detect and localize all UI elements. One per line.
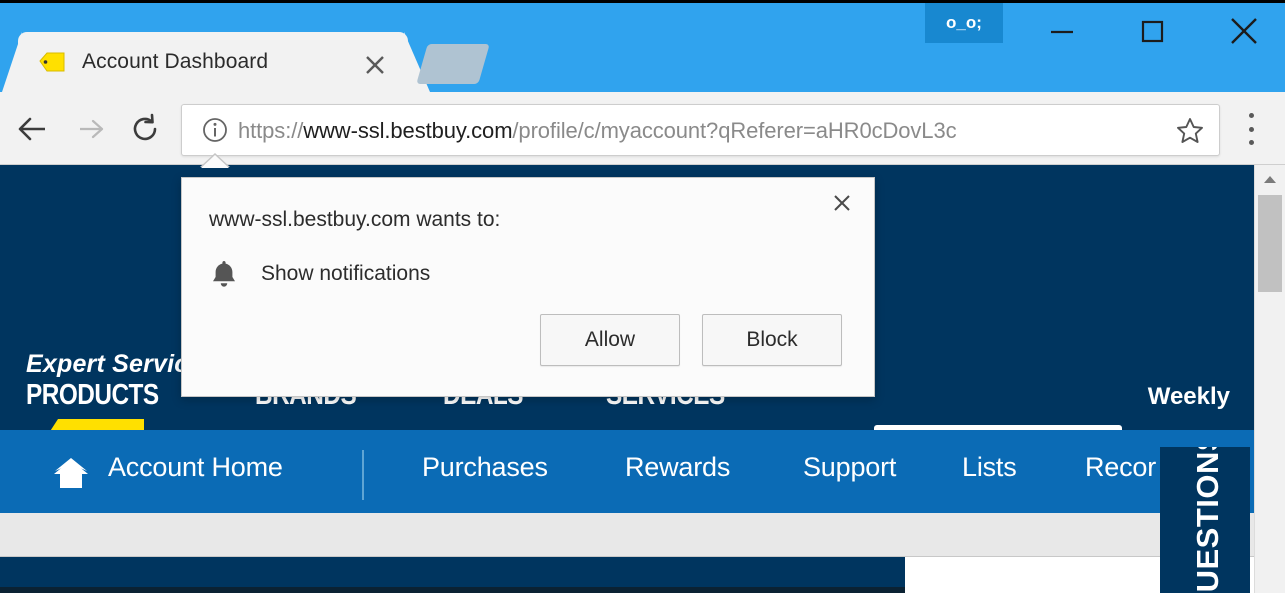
account-nav-item-recommendations[interactable]: Recor — [1085, 452, 1156, 483]
window-minimize-icon[interactable] — [1032, 3, 1092, 59]
page-scrollbar-thumb[interactable] — [1258, 195, 1282, 292]
window-close-icon[interactable] — [1214, 3, 1274, 59]
account-nav-item-purchases[interactable]: Purchases — [422, 452, 548, 483]
permission-dialog-permission-label: Show notifications — [261, 262, 431, 285]
page-subbar — [0, 513, 1255, 557]
window-badge: o_o; — [925, 3, 1003, 43]
url-host: www-ssl.bestbuy.com — [303, 118, 513, 143]
window-maximize-icon[interactable] — [1122, 3, 1182, 59]
account-nav: Account Home Purchases Rewards Support L… — [0, 430, 1255, 513]
account-nav-item-lists[interactable]: Lists — [962, 452, 1017, 483]
new-tab-icon[interactable] — [416, 44, 490, 84]
omnibox[interactable]: https://www-ssl.bestbuy.com/profile/c/my… — [181, 104, 1220, 156]
permission-block-button[interactable]: Block — [702, 314, 842, 366]
tab-close-icon[interactable] — [362, 52, 388, 78]
scroll-up-arrow-icon[interactable] — [1255, 165, 1284, 193]
account-nav-divider — [362, 450, 364, 500]
account-nav-item-support[interactable]: Support — [803, 452, 896, 483]
notification-permission-dialog: www-ssl.bestbuy.com wants to: Show notif… — [181, 177, 875, 397]
info-circle-icon[interactable] — [202, 117, 228, 143]
back-arrow-icon[interactable] — [10, 106, 56, 152]
account-nav-item-account-home[interactable]: Account Home — [108, 452, 283, 483]
main-nav-item-weekly[interactable]: Weekly — [1148, 383, 1230, 411]
permission-allow-button[interactable]: Allow — [540, 314, 680, 366]
reload-icon[interactable] — [122, 106, 168, 152]
url-path: /profile/c/myaccount?qReferer=aHR0cDovL3… — [512, 118, 957, 143]
account-nav-item-rewards[interactable]: Rewards — [625, 452, 730, 483]
permission-bubble-arrow — [201, 155, 229, 168]
yellow-tag-icon — [38, 50, 66, 74]
questions-side-tab[interactable]: QUESTIONS? — [1160, 447, 1250, 593]
page-footer-band-edge — [0, 587, 905, 593]
url-scheme: https:// — [238, 118, 304, 143]
main-nav-item-products[interactable]: PRODUCTS — [26, 379, 159, 412]
questions-side-tab-label: QUESTIONS? — [1190, 447, 1225, 593]
home-icon[interactable] — [52, 457, 90, 491]
permission-dialog-row: Show notifications — [209, 258, 430, 290]
window-top-edge — [0, 0, 1285, 3]
bell-icon — [209, 258, 239, 290]
browser-tab-title: Account Dashboard — [82, 50, 269, 73]
permission-dialog-close-icon[interactable] — [827, 188, 857, 218]
browser-window: Account Dashboard o_o; https://www-ssl.b… — [0, 0, 1285, 593]
browser-titlebar: Account Dashboard o_o; — [0, 0, 1285, 92]
page-scrollbar[interactable] — [1254, 165, 1285, 593]
forward-arrow-icon[interactable] — [68, 106, 114, 152]
permission-dialog-title: www-ssl.bestbuy.com wants to: — [209, 208, 501, 231]
omnibox-url[interactable]: https://www-ssl.bestbuy.com/profile/c/my… — [238, 116, 1168, 146]
bookmark-star-icon[interactable] — [1175, 116, 1205, 146]
three-dots-menu-icon[interactable] — [1238, 112, 1264, 146]
